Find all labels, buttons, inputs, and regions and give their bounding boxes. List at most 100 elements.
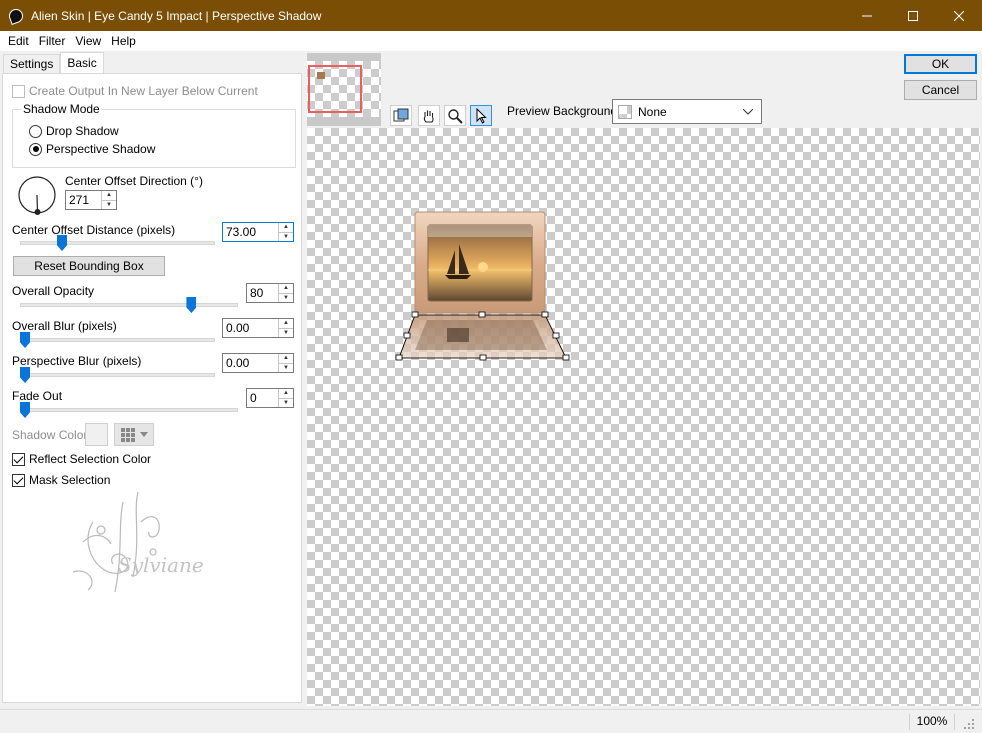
preview-canvas[interactable] (307, 128, 980, 706)
direction-value: 271 (69, 193, 90, 207)
fade-out-stepper[interactable]: ▲ ▼ (278, 389, 293, 407)
maximize-icon (908, 10, 918, 21)
reflect-selection-row[interactable]: Reflect Selection Color (12, 452, 151, 466)
overall-blur-value: 0.00 (226, 321, 250, 335)
drop-shadow-label: Drop Shadow (46, 124, 119, 138)
navigator-image-mark (317, 72, 325, 79)
perspective-blur-input[interactable]: 0.00 ▲ ▼ (222, 353, 294, 373)
overall-blur-stepper[interactable]: ▲ ▼ (278, 319, 293, 337)
offset-distance-stepper[interactable]: ▲ ▼ (278, 223, 293, 241)
framed-picture (414, 211, 546, 314)
perspective-shadow (398, 314, 567, 359)
navigate-tool-button[interactable] (390, 105, 412, 126)
app-icon (7, 6, 25, 25)
preview-background-label: Preview Background: (507, 104, 621, 118)
settings-tabs: Settings Basic (3, 52, 104, 74)
preview-background-value: None (638, 104, 667, 119)
shadow-color-label: Shadow Color (12, 428, 88, 442)
offset-distance-slider[interactable] (57, 235, 67, 251)
reflect-selection-checkbox[interactable] (12, 452, 25, 466)
perspective-shadow-option[interactable]: Perspective Shadow (29, 142, 155, 156)
overall-opacity-input[interactable]: 80 ▲ ▼ (246, 283, 294, 303)
close-icon (954, 10, 964, 21)
close-button[interactable] (936, 0, 982, 31)
perspective-blur-label: Perspective Blur (pixels) (12, 354, 142, 368)
minimize-button[interactable] (844, 0, 890, 31)
preview-image (395, 211, 570, 361)
create-output-label: Create Output In New Layer Below Current (29, 84, 258, 98)
menu-bar: Edit Filter View Help (0, 31, 982, 51)
cancel-button[interactable]: Cancel (904, 80, 977, 100)
overall-blur-label: Overall Blur (pixels) (12, 319, 117, 333)
reflect-selection-label: Reflect Selection Color (29, 452, 152, 466)
perspective-blur-value: 0.00 (226, 356, 250, 370)
perspective-blur-slider[interactable] (20, 367, 30, 383)
shadow-mode-group: Shadow Mode Drop Shadow Perspective Shad… (12, 102, 296, 168)
mask-selection-checkbox[interactable] (12, 473, 25, 487)
sylviane-watermark: Sylviane (72, 491, 204, 593)
shadow-color-swatch[interactable] (85, 423, 108, 446)
perspective-blur-stepper[interactable]: ▲ ▼ (278, 354, 293, 372)
fade-out-input[interactable]: 0 ▲ ▼ (246, 388, 294, 408)
create-output-row: Create Output In New Layer Below Current (12, 84, 258, 98)
preview-background-swatch (618, 104, 632, 119)
basic-panel: Create Output In New Layer Below Current… (2, 73, 302, 703)
pointer-icon (476, 107, 487, 124)
drop-shadow-option[interactable]: Drop Shadow (29, 124, 119, 138)
overall-blur-track[interactable] (20, 338, 215, 342)
tab-basic[interactable]: Basic (60, 52, 104, 73)
overall-blur-slider[interactable] (20, 332, 30, 348)
maximize-button[interactable] (890, 0, 936, 31)
watermark-text: Sylviane (118, 553, 204, 577)
fade-out-value: 0 (250, 391, 257, 405)
minimize-icon (862, 15, 872, 16)
overall-opacity-value: 80 (250, 286, 264, 300)
tab-settings[interactable]: Settings (3, 54, 61, 74)
overall-blur-input[interactable]: 0.00 ▲ ▼ (222, 318, 294, 338)
overall-opacity-stepper[interactable]: ▲ ▼ (278, 284, 293, 302)
zoom-icon (448, 108, 463, 124)
direction-dial[interactable] (17, 174, 59, 216)
navigator-thumbnail[interactable] (307, 53, 381, 126)
fade-out-label: Fade Out (12, 389, 63, 403)
reset-bounding-box-button[interactable]: Reset Bounding Box (13, 256, 165, 276)
hand-tool-button[interactable] (418, 105, 440, 126)
navigate-icon (393, 108, 409, 121)
overall-opacity-label: Overall Opacity (12, 284, 95, 298)
direction-input[interactable]: 271 ▲ ▼ (65, 190, 117, 210)
window-title: Alien Skin | Eye Candy 5 Impact | Perspe… (31, 8, 322, 23)
zoom-level: 100% (909, 714, 955, 730)
status-bar: 100% (0, 709, 982, 733)
resize-grip-icon[interactable] (963, 718, 975, 730)
shadow-mode-title: Shadow Mode (21, 102, 102, 116)
shadow-color-picker-button[interactable] (114, 423, 154, 446)
create-output-checkbox[interactable] (12, 84, 25, 98)
offset-distance-input[interactable]: 73.00 ▲ ▼ (222, 222, 294, 242)
chevron-down-icon (139, 432, 148, 437)
title-bar: Alien Skin | Eye Candy 5 Impact | Perspe… (0, 0, 982, 31)
menu-edit[interactable]: Edit (3, 34, 34, 48)
offset-distance-value: 73.00 (226, 225, 257, 239)
drop-shadow-radio[interactable] (29, 124, 42, 138)
hand-icon (423, 110, 434, 123)
zoom-tool-button[interactable] (444, 105, 466, 126)
overall-opacity-track[interactable] (20, 303, 238, 307)
preview-background-select[interactable]: None (612, 99, 762, 124)
direction-stepper[interactable]: ▲ ▼ (101, 191, 116, 209)
offset-distance-track[interactable] (20, 241, 215, 245)
perspective-blur-track[interactable] (20, 373, 215, 377)
fade-out-track[interactable] (20, 408, 238, 412)
menu-help[interactable]: Help (106, 34, 141, 48)
direction-label: Center Offset Direction (°) (65, 174, 203, 188)
fade-out-slider[interactable] (20, 402, 30, 418)
pointer-tool-button[interactable] (470, 105, 492, 126)
chevron-down-icon (743, 108, 753, 115)
perspective-shadow-label: Perspective Shadow (46, 142, 156, 156)
overall-opacity-slider[interactable] (186, 297, 197, 313)
perspective-shadow-radio[interactable] (29, 142, 42, 156)
menu-view[interactable]: View (70, 34, 106, 48)
offset-distance-label: Center Offset Distance (pixels) (12, 223, 176, 237)
palette-grid-icon (120, 427, 135, 442)
menu-filter[interactable]: Filter (34, 34, 71, 48)
ok-button[interactable]: OK (904, 54, 977, 74)
